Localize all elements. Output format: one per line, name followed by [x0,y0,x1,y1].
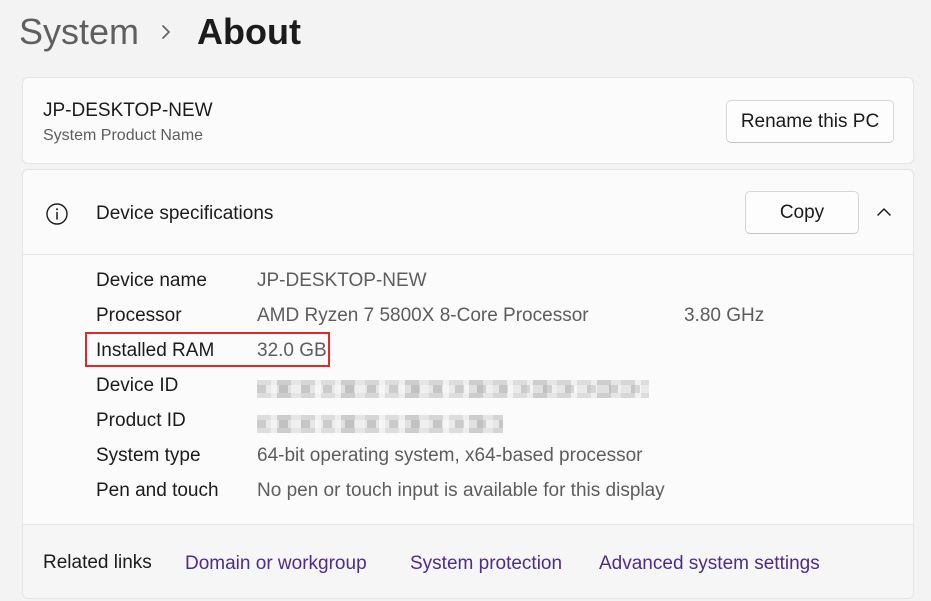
device-specifications-title: Device specifications [96,203,274,224]
spec-label: Product ID [96,410,186,431]
page-title: About [197,11,301,52]
spec-label: Installed RAM [96,340,215,361]
spec-label: Processor [96,305,182,326]
info-icon [45,202,69,226]
spec-label: System type [96,445,201,466]
related-links-bar: Related links Domain or workgroup System… [23,524,913,598]
blurred-product-id [257,415,503,433]
about-page: System About JP-DESKTOP-NEW System Produ… [0,0,931,601]
pc-name-card: JP-DESKTOP-NEW System Product Name Renam… [22,77,914,164]
spec-value[interactable]: AMD Ryzen 7 5800X 8-Core Processor [257,305,589,327]
advanced-system-settings-link[interactable]: Advanced system settings [599,553,820,575]
device-specifications-header[interactable]: Device specifications Copy [23,170,913,255]
pc-name: JP-DESKTOP-NEW [43,100,213,121]
spec-label: Device ID [96,375,179,396]
spec-value[interactable]: 64-bit operating system, x64-based proce… [257,445,642,467]
breadcrumb: System About [19,10,301,54]
spec-processor-speed[interactable]: 3.80 GHz [684,305,764,327]
device-specifications-card: Device specifications Copy Device name J… [22,169,914,599]
spec-value[interactable]: No pen or touch input is available for t… [257,480,665,502]
spec-value[interactable]: 32.0 GB [257,340,327,362]
spec-label: Device name [96,270,207,291]
chevron-up-icon[interactable] [875,205,893,219]
breadcrumb-system[interactable]: System [19,10,139,54]
pc-product-name: System Product Name [43,127,204,144]
blurred-device-id [257,380,649,398]
spec-value[interactable]: JP-DESKTOP-NEW [257,270,427,292]
spec-label: Pen and touch [96,480,219,501]
rename-pc-button[interactable]: Rename this PC [726,100,894,143]
domain-or-workgroup-link[interactable]: Domain or workgroup [185,553,367,575]
system-protection-link[interactable]: System protection [410,553,562,575]
chevron-right-icon [161,10,179,54]
copy-button[interactable]: Copy [745,191,859,234]
related-links-label: Related links [43,552,152,573]
